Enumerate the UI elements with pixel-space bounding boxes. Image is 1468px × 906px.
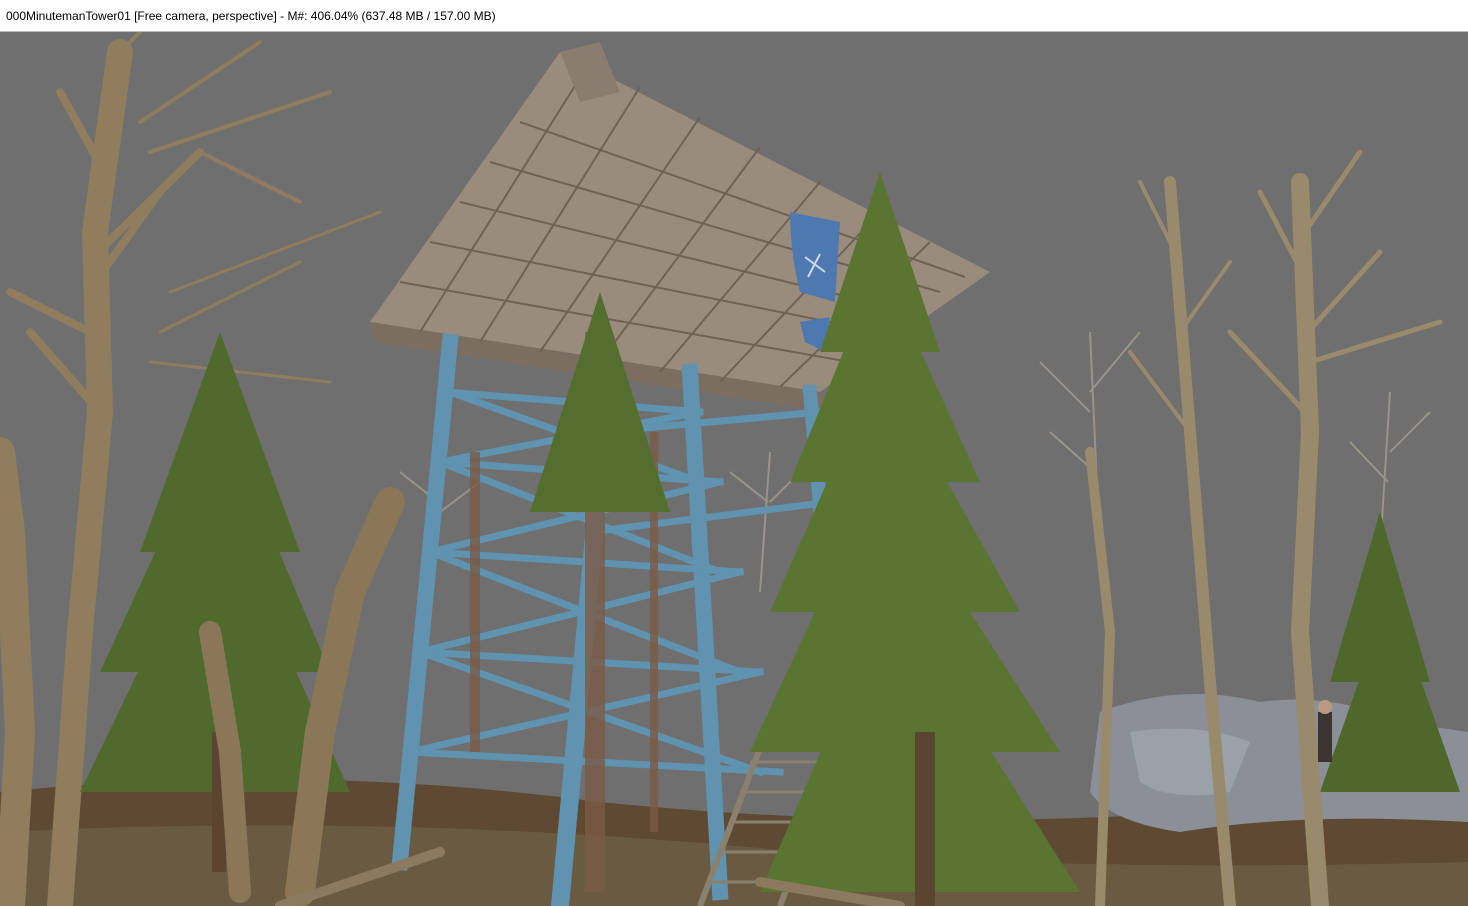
window-title-bar: 000MinutemanTower01 [Free camera, perspe… bbox=[0, 0, 1468, 32]
window-title: 000MinutemanTower01 [Free camera, perspe… bbox=[6, 9, 496, 23]
3d-viewport[interactable] bbox=[0, 32, 1468, 906]
viewport-render bbox=[0, 32, 1468, 906]
npc-figure bbox=[1318, 700, 1332, 762]
